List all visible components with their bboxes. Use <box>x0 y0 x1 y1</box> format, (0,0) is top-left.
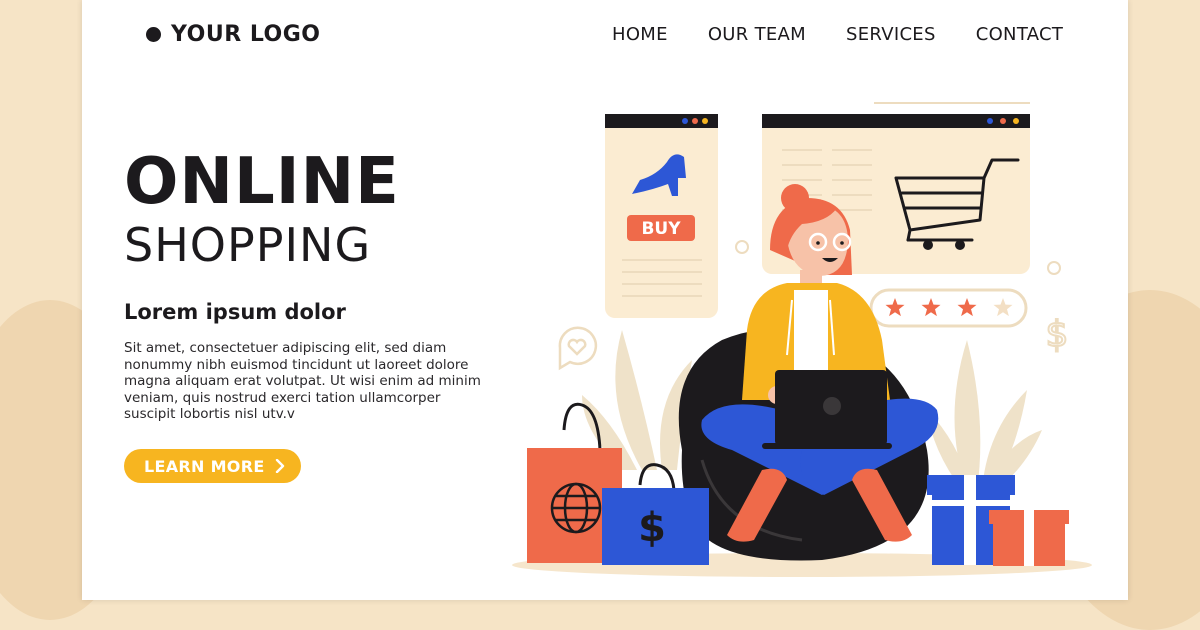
rating-widget <box>869 288 1028 328</box>
buy-label: BUY <box>641 219 681 239</box>
dollar-bag-icon: $ <box>638 505 666 551</box>
plant-right <box>927 340 1042 490</box>
laptop-icon <box>762 370 892 449</box>
gift-box-orange <box>989 510 1069 566</box>
buy-button[interactable]: BUY <box>627 215 695 241</box>
dollar-icon: $ <box>1046 314 1069 355</box>
deco-circle <box>735 240 749 254</box>
online-shopping-illustration: BUY $ $ <box>512 102 1092 577</box>
product-card-window: BUY <box>605 114 718 318</box>
heart-bubble-icon <box>558 326 598 371</box>
deco-circle <box>1047 261 1061 275</box>
landing-page: YOUR LOGO HOME OUR TEAM SERVICES CONTACT… <box>82 0 1128 600</box>
